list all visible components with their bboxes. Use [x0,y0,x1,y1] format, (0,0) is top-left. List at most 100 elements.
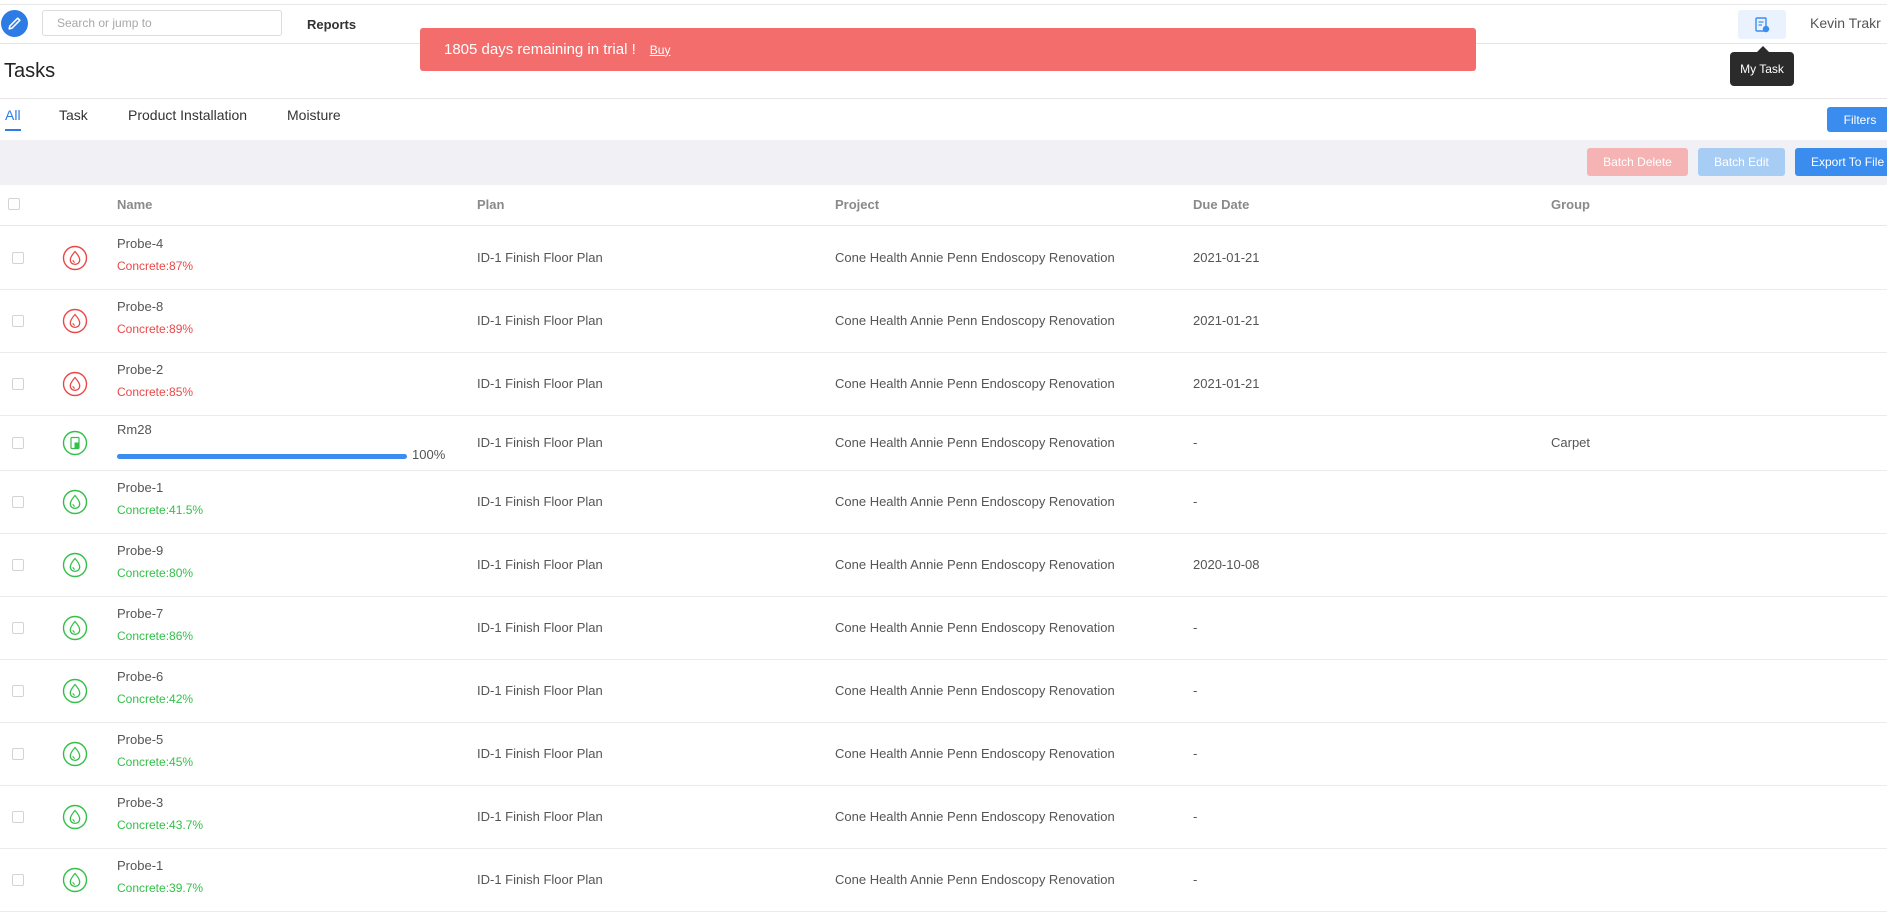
my-task-tooltip: My Task [1730,46,1794,86]
table-row[interactable]: Probe-9 Concrete:80% ID-1 Finish Floor Pla… [0,533,1887,597]
table-row[interactable]: Probe-6 Concrete:42% ID-1 Finish Floor Pla… [0,659,1887,723]
table-row[interactable]: Rm28 100% ID-1 Finish Floor Plan Cone Healt… [0,415,1887,471]
moisture-drop-icon [62,489,88,515]
column-header-group[interactable]: Group [1551,197,1590,212]
task-name[interactable]: Probe-9 [117,543,163,558]
due-date-cell: - [1193,808,1198,824]
project-cell: Cone Health Annie Penn Endoscopy Renovat… [835,619,1115,635]
row-checkbox[interactable] [12,314,24,327]
row-checkbox[interactable] [12,558,24,571]
row-checkbox[interactable] [12,495,24,508]
table-row[interactable]: Probe-2 Concrete:85% ID-1 Finish Floor Pla… [0,352,1887,416]
plan-cell: ID-1 Finish Floor Plan [477,434,603,450]
pencil-icon [8,17,21,30]
project-cell: Cone Health Annie Penn Endoscopy Renovat… [835,249,1115,265]
row-checkbox[interactable] [12,810,24,823]
task-name[interactable]: Probe-8 [117,299,163,314]
plan-cell: ID-1 Finish Floor Plan [477,808,603,824]
plan-cell: ID-1 Finish Floor Plan [477,249,603,265]
project-cell: Cone Health Annie Penn Endoscopy Renovat… [835,493,1115,509]
row-checkbox[interactable] [12,436,24,449]
table-row[interactable]: Probe-8 Concrete:89% ID-1 Finish Floor Pla… [0,289,1887,353]
moisture-reading: Concrete:87% [117,259,194,273]
row-checkbox[interactable] [12,747,24,760]
moisture-reading: Concrete:80% [117,566,194,580]
my-task-button[interactable] [1738,10,1786,39]
buy-link[interactable]: Buy [650,43,671,57]
task-name[interactable]: Probe-3 [117,795,163,810]
export-to-file-button[interactable]: Export To File [1795,148,1887,176]
row-checkbox[interactable] [12,377,24,390]
task-name[interactable]: Probe-1 [117,858,163,873]
tab-moisture[interactable]: Moisture [287,107,341,129]
due-date-cell: 2020-10-08 [1193,556,1260,572]
installation-icon [62,430,88,456]
nav-reports-link[interactable]: Reports [307,17,356,32]
table-row[interactable]: Probe-7 Concrete:86% ID-1 Finish Floor Pla… [0,596,1887,660]
task-name[interactable]: Probe-4 [117,236,163,251]
moisture-drop-icon [62,741,88,767]
due-date-cell: 2021-01-21 [1193,249,1260,265]
table-row[interactable]: Probe-5 Concrete:45% ID-1 Finish Floor Pla… [0,722,1887,786]
moisture-reading: Concrete:39.7% [117,881,204,895]
row-checkbox[interactable] [12,251,24,264]
plan-cell: ID-1 Finish Floor Plan [477,556,603,572]
row-checkbox[interactable] [12,621,24,634]
due-date-cell: - [1193,682,1198,698]
title-divider [0,98,1887,99]
due-date-cell: - [1193,493,1198,509]
project-cell: Cone Health Annie Penn Endoscopy Renovat… [835,808,1115,824]
search-input[interactable] [42,10,282,36]
due-date-cell: - [1193,619,1198,635]
group-cell: Carpet [1551,434,1591,450]
moisture-drop-icon [62,678,88,704]
tab-bar: All Task Product Installation Moisture [0,100,1887,138]
table-row[interactable]: Probe-1 Concrete:41.5% ID-1 Finish Floor P… [0,470,1887,534]
batch-edit-button[interactable]: Batch Edit [1698,148,1785,176]
tab-product-installation[interactable]: Product Installation [128,107,247,129]
task-name[interactable]: Rm28 [117,422,152,437]
batch-delete-button[interactable]: Batch Delete [1587,148,1688,176]
tab-task[interactable]: Task [59,107,88,129]
filters-button[interactable]: Filters [1827,107,1887,132]
table-row[interactable]: Probe-4 Concrete:87% ID-1 Finish Floor Pla… [0,226,1887,290]
moisture-reading: Concrete:42% [117,692,194,706]
tab-all[interactable]: All [5,107,21,131]
moisture-reading: Concrete:89% [117,322,194,336]
page-title: Tasks [4,60,56,82]
app-logo[interactable] [1,10,28,37]
column-header-plan[interactable]: Plan [477,197,504,212]
progress-bar [117,454,407,459]
top-divider [0,4,1887,5]
task-name[interactable]: Probe-5 [117,732,163,747]
plan-cell: ID-1 Finish Floor Plan [477,312,603,328]
trial-text: 1805 days remaining in trial ! [444,41,636,58]
plan-cell: ID-1 Finish Floor Plan [477,375,603,391]
progress-label: 100% [412,447,446,462]
moisture-reading: Concrete:85% [117,385,194,399]
moisture-drop-icon [62,308,88,334]
plan-cell: ID-1 Finish Floor Plan [477,493,603,509]
moisture-reading: Concrete:86% [117,629,194,643]
task-name[interactable]: Probe-7 [117,606,163,621]
select-all-checkbox[interactable] [8,198,20,210]
task-name[interactable]: Probe-1 [117,480,163,495]
moisture-drop-icon [62,804,88,830]
task-name[interactable]: Probe-2 [117,362,163,377]
table-row[interactable]: Probe-3 Concrete:43.7% ID-1 Finish Floor P… [0,785,1887,849]
row-checkbox[interactable] [12,873,24,886]
plan-cell: ID-1 Finish Floor Plan [477,745,603,761]
row-checkbox[interactable] [12,684,24,697]
progress-bar-fill [117,454,407,459]
column-header-name[interactable]: Name [117,197,152,212]
table-row[interactable]: Probe-1 Concrete:39.7% ID-1 Finish Floor P… [0,848,1887,912]
moisture-drop-icon [62,867,88,893]
table-header: Name Plan Project Due Date Group [0,185,1887,226]
task-name[interactable]: Probe-6 [117,669,163,684]
column-header-project[interactable]: Project [835,197,879,212]
column-header-due-date[interactable]: Due Date [1193,197,1249,212]
moisture-drop-icon [62,371,88,397]
due-date-cell: - [1193,745,1198,761]
user-name[interactable]: Kevin Trakr [1810,15,1881,31]
trial-banner: 1805 days remaining in trial ! Buy [420,28,1476,71]
